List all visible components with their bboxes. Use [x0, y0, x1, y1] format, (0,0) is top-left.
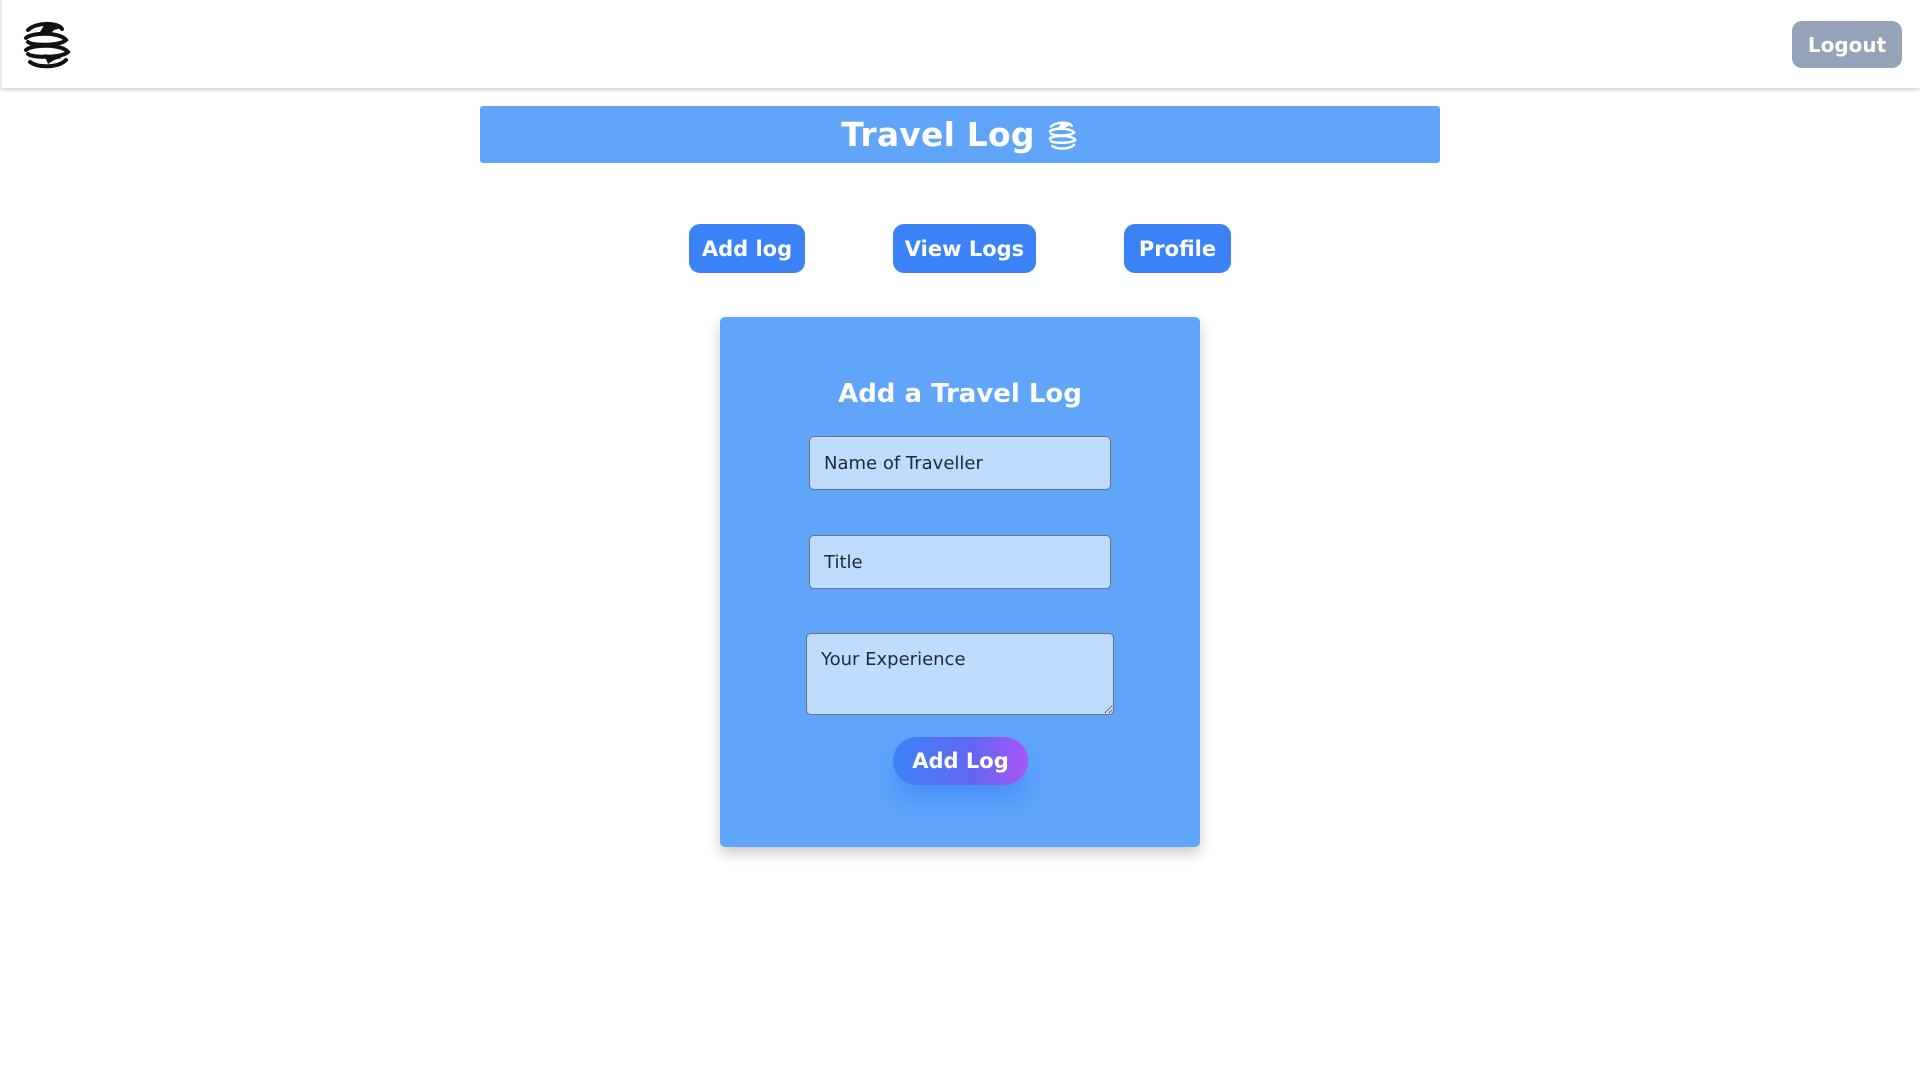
- add-log-nav-button[interactable]: Add log: [689, 224, 805, 273]
- globe-plane-icon: [1048, 121, 1077, 150]
- experience-textarea[interactable]: [806, 633, 1114, 715]
- top-navbar: Logout: [0, 0, 1920, 88]
- logout-button[interactable]: Logout: [1792, 21, 1902, 68]
- add-travel-log-form: Add a Travel Log Add Log: [720, 317, 1200, 847]
- add-log-submit-button[interactable]: Add Log: [893, 737, 1028, 785]
- view-logs-nav-button[interactable]: View Logs: [893, 224, 1036, 273]
- globe-plane-logo-icon[interactable]: [18, 16, 74, 72]
- page-title-banner: Travel Log: [480, 106, 1440, 163]
- traveller-name-input[interactable]: [809, 436, 1111, 490]
- profile-nav-button[interactable]: Profile: [1124, 224, 1231, 273]
- page-title: Travel Log: [841, 115, 1035, 154]
- title-input[interactable]: [809, 535, 1111, 589]
- form-heading: Add a Travel Log: [838, 379, 1082, 409]
